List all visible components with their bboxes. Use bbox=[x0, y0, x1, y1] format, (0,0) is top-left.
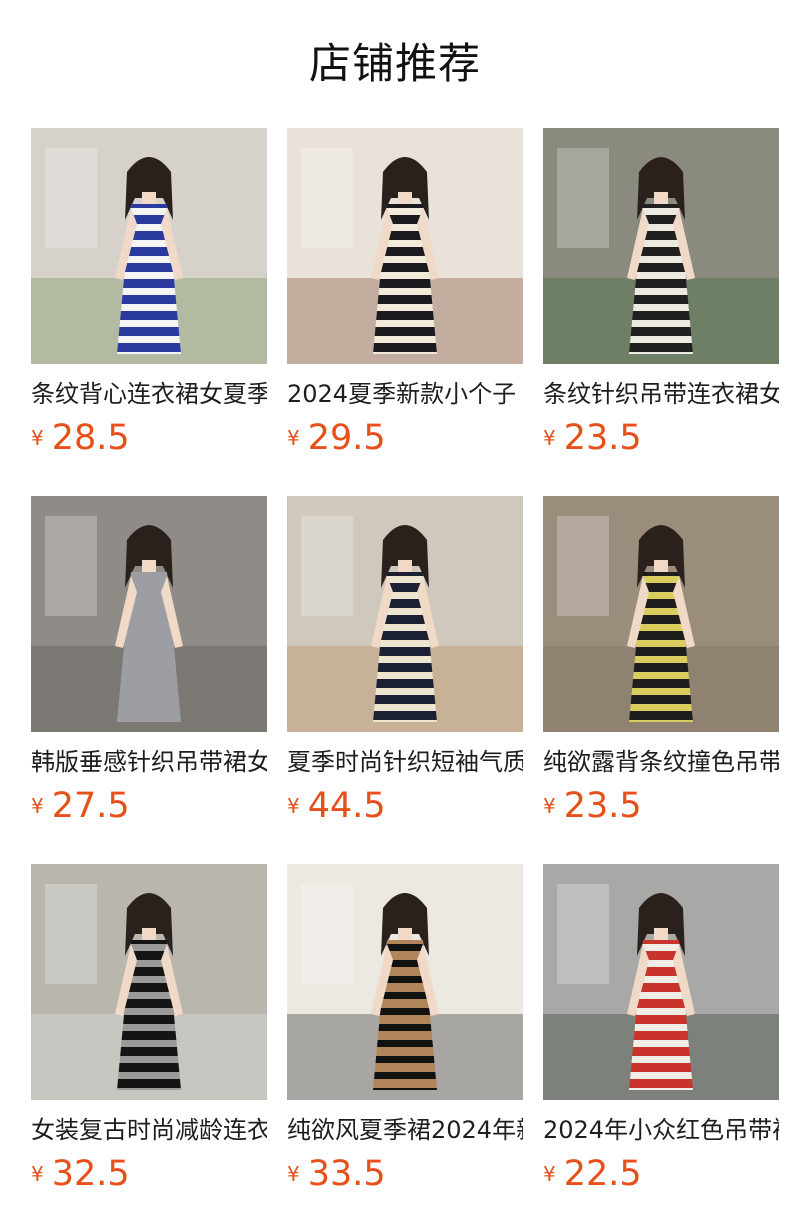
page-title: 店铺推荐 bbox=[308, 39, 481, 88]
product-name[interactable]: 纯欲露背条纹撞色吊带裙 bbox=[543, 746, 779, 778]
product-image[interactable] bbox=[287, 864, 523, 1100]
product-photo bbox=[287, 496, 523, 732]
currency-symbol: ¥ bbox=[287, 1162, 300, 1186]
product-card[interactable]: 纯欲露背条纹撞色吊带裙 ¥23.5 bbox=[543, 496, 779, 836]
currency-symbol: ¥ bbox=[543, 1162, 556, 1186]
product-name[interactable]: 女装复古时尚减龄连衣裙 bbox=[31, 1114, 267, 1146]
product-name[interactable]: 2024年小众红色吊带裙 bbox=[543, 1114, 779, 1146]
price-value: 27.5 bbox=[51, 786, 130, 826]
price-value: 29.5 bbox=[307, 418, 386, 458]
price-value: 23.5 bbox=[563, 786, 642, 826]
price-value: 23.5 bbox=[563, 418, 642, 458]
product-image[interactable] bbox=[31, 864, 267, 1100]
price-value: 22.5 bbox=[563, 1154, 642, 1194]
product-price: ¥23.5 bbox=[543, 416, 642, 460]
product-photo bbox=[543, 864, 779, 1100]
product-photo bbox=[31, 128, 267, 364]
price-value: 33.5 bbox=[307, 1154, 386, 1194]
product-card[interactable]: 纯欲风夏季裙2024年新款 ¥33.5 bbox=[287, 864, 523, 1204]
product-name[interactable]: 纯欲风夏季裙2024年新款 bbox=[287, 1114, 523, 1146]
product-price: ¥29.5 bbox=[287, 416, 386, 460]
product-photo bbox=[287, 128, 523, 364]
price-value: 28.5 bbox=[51, 418, 130, 458]
currency-symbol: ¥ bbox=[31, 794, 44, 818]
currency-symbol: ¥ bbox=[543, 426, 556, 450]
product-image[interactable] bbox=[543, 128, 779, 364]
currency-symbol: ¥ bbox=[543, 794, 556, 818]
product-photo bbox=[543, 128, 779, 364]
product-price: ¥33.5 bbox=[287, 1152, 386, 1196]
currency-symbol: ¥ bbox=[31, 426, 44, 450]
product-image[interactable] bbox=[287, 128, 523, 364]
price-value: 44.5 bbox=[307, 786, 386, 826]
product-name[interactable]: 夏季时尚针织短袖气质 bbox=[287, 746, 523, 778]
product-photo bbox=[31, 864, 267, 1100]
product-image[interactable] bbox=[31, 128, 267, 364]
product-image[interactable] bbox=[543, 496, 779, 732]
product-image[interactable] bbox=[31, 496, 267, 732]
currency-symbol: ¥ bbox=[287, 426, 300, 450]
product-card[interactable]: 2024年小众红色吊带裙 ¥22.5 bbox=[543, 864, 779, 1204]
product-card[interactable]: 女装复古时尚减龄连衣裙 ¥32.5 bbox=[31, 864, 267, 1204]
product-price: ¥22.5 bbox=[543, 1152, 642, 1196]
product-price: ¥23.5 bbox=[543, 784, 642, 828]
product-photo bbox=[287, 864, 523, 1100]
product-name[interactable]: 条纹背心连衣裙女夏季 bbox=[31, 378, 267, 410]
currency-symbol: ¥ bbox=[31, 1162, 44, 1186]
product-card[interactable]: 条纹针织吊带连衣裙女 ¥23.5 bbox=[543, 128, 779, 468]
product-card[interactable]: 2024夏季新款小个子 ¥29.5 bbox=[287, 128, 523, 468]
product-name[interactable]: 条纹针织吊带连衣裙女 bbox=[543, 378, 779, 410]
product-price: ¥28.5 bbox=[31, 416, 130, 460]
product-price: ¥32.5 bbox=[31, 1152, 130, 1196]
product-card[interactable]: 条纹背心连衣裙女夏季 ¥28.5 bbox=[31, 128, 267, 468]
product-price: ¥27.5 bbox=[31, 784, 130, 828]
currency-symbol: ¥ bbox=[287, 794, 300, 818]
product-card[interactable]: 韩版垂感针织吊带裙女 ¥27.5 bbox=[31, 496, 267, 836]
product-name[interactable]: 2024夏季新款小个子 bbox=[287, 378, 523, 410]
product-image[interactable] bbox=[543, 864, 779, 1100]
price-value: 32.5 bbox=[51, 1154, 130, 1194]
product-image[interactable] bbox=[287, 496, 523, 732]
product-photo bbox=[543, 496, 779, 732]
product-price: ¥44.5 bbox=[287, 784, 386, 828]
product-photo bbox=[31, 496, 267, 732]
product-card[interactable]: 夏季时尚针织短袖气质 ¥44.5 bbox=[287, 496, 523, 836]
product-name[interactable]: 韩版垂感针织吊带裙女 bbox=[31, 746, 267, 778]
